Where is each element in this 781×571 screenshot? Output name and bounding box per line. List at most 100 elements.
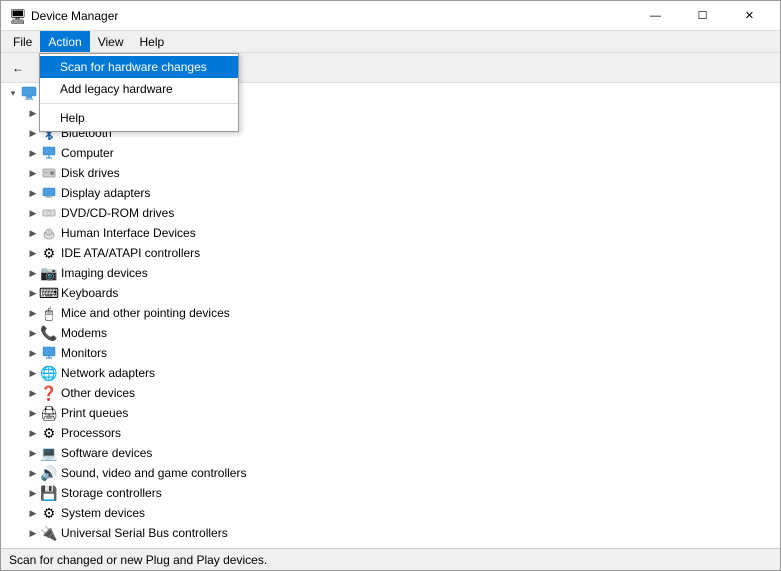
tree-item-modems[interactable]: ▶ 📞 Modems [1,323,780,343]
expand-systemdevices: ▶ [25,505,41,521]
imaging-icon: 📷 [41,265,57,281]
expand-sound: ▶ [25,465,41,481]
tree-item-keyboards[interactable]: ▶ ⌨ Keyboards [1,283,780,303]
tree-item-printqueues[interactable]: ▶ 🖨 Print queues [1,403,780,423]
diskdrives-icon [41,165,57,181]
close-button[interactable]: ✕ [727,2,772,30]
menu-item-action[interactable]: Action [40,31,89,52]
tree-item-networkadapters[interactable]: ▶ 🌐 Network adapters [1,363,780,383]
printqueues-icon: 🖨 [41,405,57,421]
otherdevices-icon: ❓ [41,385,57,401]
back-button[interactable]: ← [5,56,31,80]
monitors-icon [41,345,57,361]
title-bar-left: 🖥 Device Manager [9,8,118,24]
label-displayadapters: Display adapters [61,186,150,200]
label-modems: Modems [61,326,107,340]
label-usb: Universal Serial Bus controllers [61,526,228,540]
menu-item-file[interactable]: File [5,31,40,52]
menu-separator [40,103,238,104]
expand-otherdevices: ▶ [25,385,41,401]
window-icon: 🖥 [9,8,25,24]
expand-hid: ▶ [25,225,41,241]
mice-icon: 🖱 [41,305,57,321]
label-softwaredevices: Software devices [61,446,152,460]
networkadapters-icon: 🌐 [41,365,57,381]
displayadapters-icon [41,185,57,201]
expand-imaging: ▶ [25,265,41,281]
expand-dvdcdrom: ▶ [25,205,41,221]
label-printqueues: Print queues [61,406,128,420]
status-text: Scan for changed or new Plug and Play de… [9,553,267,567]
expand-processors: ▶ [25,425,41,441]
label-monitors: Monitors [61,346,107,360]
expand-modems: ▶ [25,325,41,341]
tree-item-monitors[interactable]: ▶ Monitors [1,343,780,363]
device-manager-window: 🖥 Device Manager — ☐ ✕ File Action View … [0,0,781,571]
label-computer: Computer [61,146,114,160]
expand-printqueues: ▶ [25,405,41,421]
label-mice: Mice and other pointing devices [61,306,230,320]
label-otherdevices: Other devices [61,386,135,400]
label-imaging: Imaging devices [61,266,148,280]
tree-item-softwaredevices[interactable]: ▶ 💻 Software devices [1,443,780,463]
expand-storage: ▶ [25,485,41,501]
tree-item-imaging[interactable]: ▶ 📷 Imaging devices [1,263,780,283]
tree-item-ide[interactable]: ▶ ⚙ IDE ATA/ATAPI controllers [1,243,780,263]
modems-icon: 📞 [41,325,57,341]
tree-item-displayadapters[interactable]: ▶ Display adapters [1,183,780,203]
status-bar: Scan for changed or new Plug and Play de… [1,548,780,570]
sound-icon: 🔊 [41,465,57,481]
expand-displayadapters: ▶ [25,185,41,201]
label-processors: Processors [61,426,121,440]
tree-item-computer[interactable]: ▶ Computer [1,143,780,163]
tree-item-processors[interactable]: ▶ ⚙ Processors [1,423,780,443]
ide-icon: ⚙ [41,245,57,261]
tree-item-usb[interactable]: ▶ 🔌 Universal Serial Bus controllers [1,523,780,543]
computer-tree-icon [41,145,57,161]
expand-softwaredevices: ▶ [25,445,41,461]
label-networkadapters: Network adapters [61,366,155,380]
title-controls: — ☐ ✕ [633,2,772,30]
menu-item-help[interactable]: Help [132,31,173,52]
menu-help[interactable]: Help [40,107,238,129]
window-title: Device Manager [31,9,118,23]
label-ide: IDE ATA/ATAPI controllers [61,246,200,260]
systemdevices-icon: ⚙ [41,505,57,521]
expand-ide: ▶ [25,245,41,261]
label-keyboards: Keyboards [61,286,118,300]
root-expand-icon: ▾ [5,85,21,101]
label-hid: Human Interface Devices [61,226,196,240]
menu-bar: File Action View Help Scan for hardware … [1,31,780,53]
expand-usb: ▶ [25,525,41,541]
tree-item-systemdevices[interactable]: ▶ ⚙ System devices [1,503,780,523]
tree-item-otherdevices[interactable]: ▶ ❓ Other devices [1,383,780,403]
expand-computer: ▶ [25,145,41,161]
root-computer-icon [21,85,37,101]
softwaredevices-icon: 💻 [41,445,57,461]
label-diskdrives: Disk drives [61,166,120,180]
storage-icon: 💾 [41,485,57,501]
tree-item-dvdcdrom[interactable]: ▶ DVD/CD-ROM drives [1,203,780,223]
label-sound: Sound, video and game controllers [61,466,246,480]
maximize-button[interactable]: ☐ [680,2,725,30]
title-bar: 🖥 Device Manager — ☐ ✕ [1,1,780,31]
label-dvdcdrom: DVD/CD-ROM drives [61,206,174,220]
label-systemdevices: System devices [61,506,145,520]
minimize-button[interactable]: — [633,2,678,30]
menu-add-legacy[interactable]: Add legacy hardware [40,78,238,100]
expand-mice: ▶ [25,305,41,321]
expand-networkadapters: ▶ [25,365,41,381]
keyboards-icon: ⌨ [41,285,57,301]
usb-icon: 🔌 [41,525,57,541]
tree-item-diskdrives[interactable]: ▶ Disk drives [1,163,780,183]
tree-item-hid[interactable]: ▶ Human Interface Devices [1,223,780,243]
menu-scan-hardware[interactable]: Scan for hardware changes [40,56,238,78]
tree-item-mice[interactable]: ▶ 🖱 Mice and other pointing devices [1,303,780,323]
tree-item-storage[interactable]: ▶ 💾 Storage controllers [1,483,780,503]
dvdcdrom-icon [41,205,57,221]
tree-item-sound[interactable]: ▶ 🔊 Sound, video and game controllers [1,463,780,483]
menu-item-view[interactable]: View [90,31,132,52]
hid-icon [41,225,57,241]
content-area[interactable]: ▾ DESKTOP-ABC123 ▶ 🔋 Batteries ▶ [1,83,780,548]
label-storage: Storage controllers [61,486,162,500]
